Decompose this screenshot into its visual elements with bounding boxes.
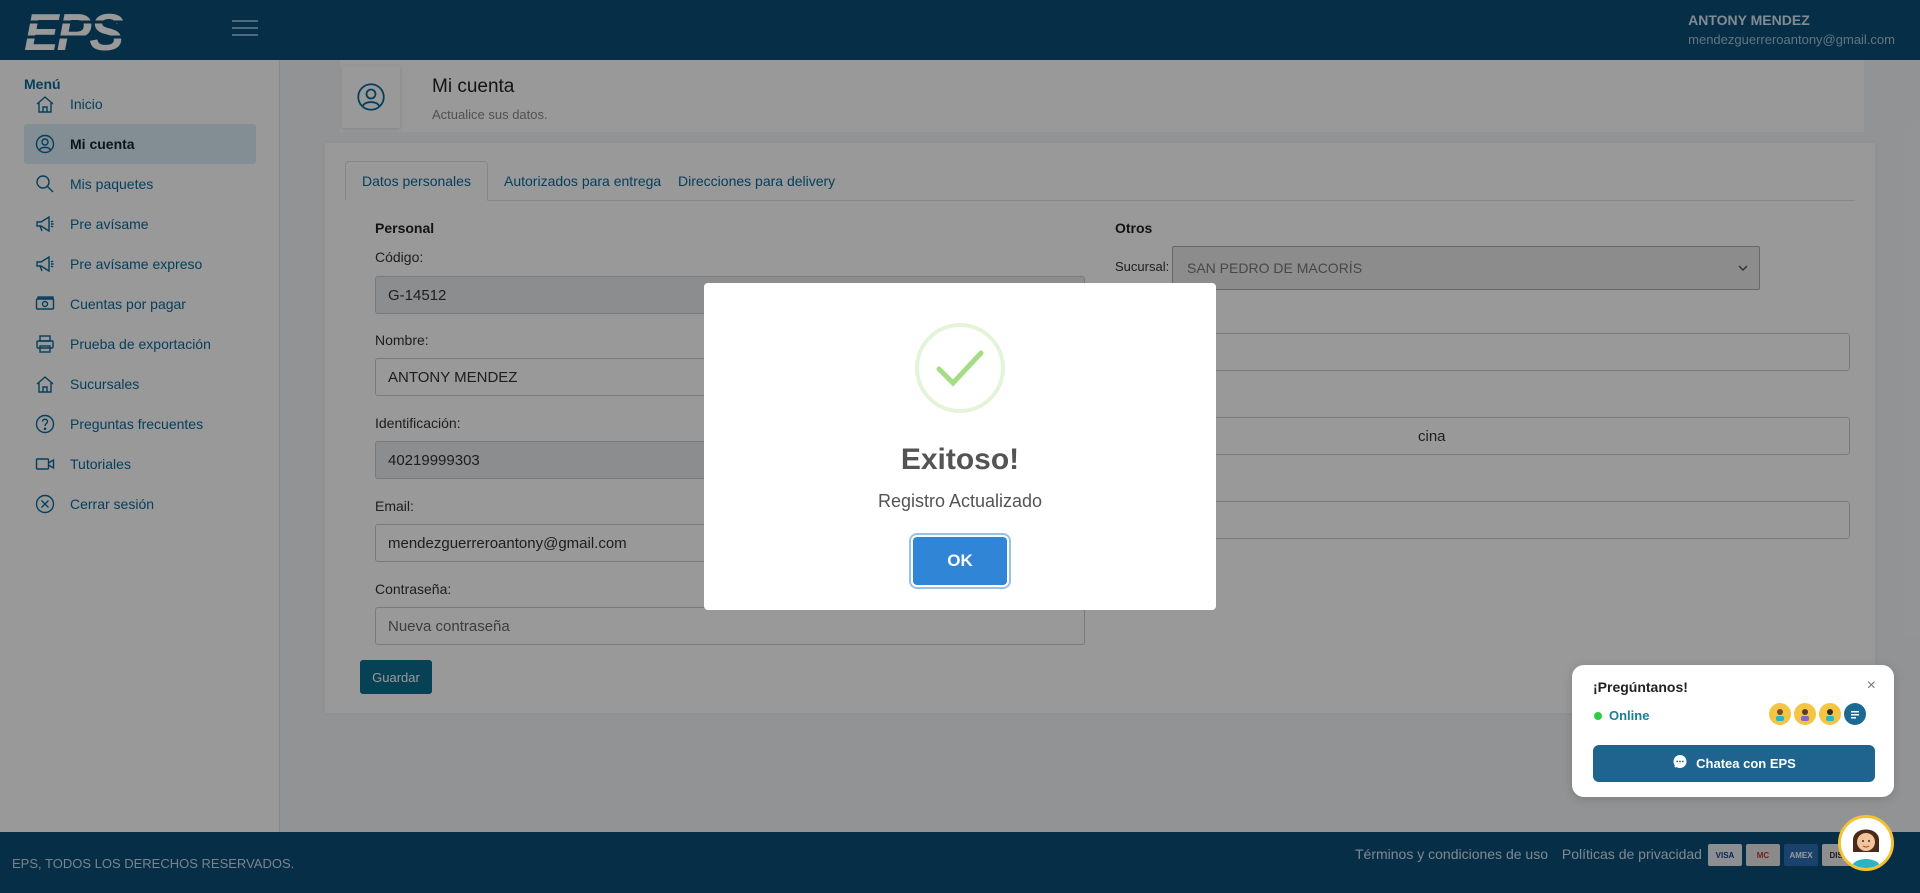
- ok-button[interactable]: OK: [913, 537, 1007, 585]
- agent-avatar-icon: [1819, 703, 1841, 725]
- chat-agent-avatar[interactable]: [1838, 815, 1894, 871]
- agent-avatar-icon: [1769, 703, 1791, 725]
- agent-avatars: [1769, 703, 1866, 725]
- chat-with-eps-button[interactable]: Chatea con EPS: [1593, 745, 1875, 782]
- agent-avatar-icon: [1794, 703, 1816, 725]
- dialog-title: Exitoso!: [900, 443, 1020, 476]
- chat-title: ¡Pregúntanos!: [1593, 679, 1688, 695]
- chat-button-label: Chatea con EPS: [1696, 756, 1796, 771]
- chat-bubble-icon: [1672, 754, 1688, 773]
- chat-widget: ¡Pregúntanos! × Online Chatea con EPS: [1572, 665, 1894, 797]
- message-bubble-icon: [1844, 703, 1866, 725]
- success-dialog: Exitoso! Registro Actualizado OK: [704, 283, 1216, 610]
- dialog-message: Registro Actualizado: [877, 491, 1043, 511]
- online-status: Online: [1609, 708, 1650, 723]
- close-icon[interactable]: ×: [1867, 677, 1876, 695]
- online-status-dot: [1594, 712, 1602, 720]
- success-check-icon: [915, 323, 1005, 413]
